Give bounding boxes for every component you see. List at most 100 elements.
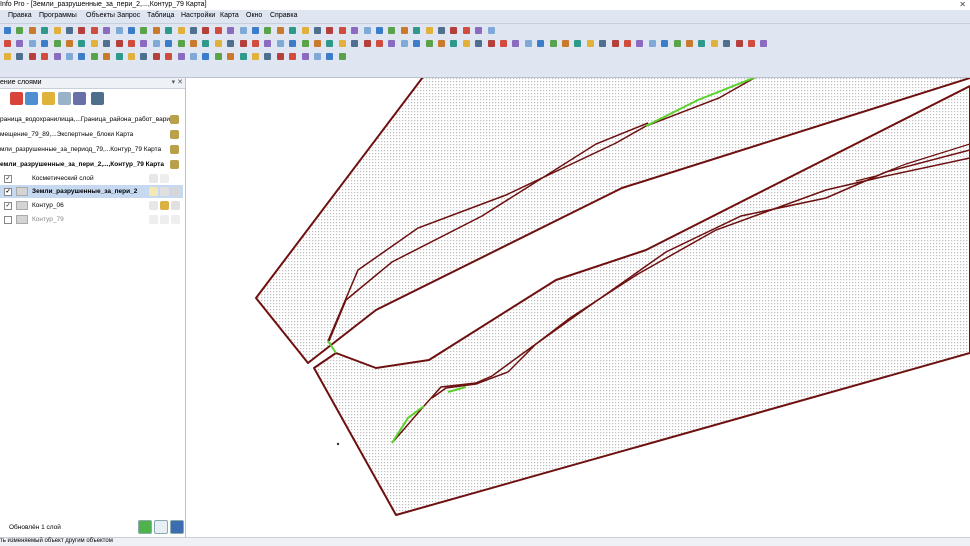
toolbar-tool-icon[interactable] <box>4 40 11 47</box>
toolbar-tool-icon[interactable] <box>252 53 259 60</box>
help-icon[interactable] <box>170 520 184 534</box>
toolbar-tool-icon[interactable] <box>487 40 495 47</box>
toolbar-tool-icon[interactable] <box>16 27 24 34</box>
toolbar-tool-icon[interactable] <box>227 53 235 60</box>
label-icon[interactable] <box>171 187 180 196</box>
toolbar-tool-icon[interactable] <box>41 53 49 60</box>
toolbar-tool-icon[interactable] <box>53 53 61 60</box>
toolbar-tool-icon[interactable] <box>400 40 408 47</box>
toolbar-tool-icon[interactable] <box>252 27 259 34</box>
toolbar-tool-icon[interactable] <box>723 40 731 47</box>
toolbar-tool-icon[interactable] <box>289 27 297 34</box>
select-icon[interactable] <box>160 174 169 183</box>
layer-properties-icon[interactable] <box>58 92 71 105</box>
toolbar-tool-icon[interactable] <box>500 40 507 47</box>
toolbar-tool-icon[interactable] <box>227 27 235 34</box>
toolbar-tool-icon[interactable] <box>4 27 11 34</box>
layer-style-icon[interactable] <box>91 92 104 105</box>
toolbar-tool-icon[interactable] <box>202 27 210 34</box>
toolbar-tool-icon[interactable] <box>177 27 185 34</box>
toolbar-tool-icon[interactable] <box>338 40 346 47</box>
edit-icon[interactable] <box>149 215 158 224</box>
menu-programs[interactable]: Программы <box>39 12 77 19</box>
toolbar-tool-icon[interactable] <box>760 40 768 47</box>
toolbar-tool-icon[interactable] <box>314 53 321 60</box>
select-icon[interactable] <box>160 201 169 210</box>
toolbar-tool-icon[interactable] <box>103 53 111 60</box>
toolbar-tool-icon[interactable] <box>190 53 197 60</box>
layer-settings-icon[interactable] <box>73 92 86 105</box>
toolbar-tool-icon[interactable] <box>599 40 607 47</box>
toolbar-tool-icon[interactable] <box>388 40 396 47</box>
toolbar-tool-icon[interactable] <box>214 40 222 47</box>
toolbar-tool-icon[interactable] <box>276 40 284 47</box>
toolbar-tool-icon[interactable] <box>140 40 148 47</box>
toolbar-tool-icon[interactable] <box>748 40 755 47</box>
toolbar-tool-icon[interactable] <box>227 40 235 47</box>
map-group-2[interactable]: мещение_79_89,...Экспертные_блоки Карта <box>0 128 183 141</box>
toolbar-tool-icon[interactable] <box>276 53 284 60</box>
layer-row-cosmetic[interactable]: ✓ Косметический слой <box>0 172 183 185</box>
toolbar-tool-icon[interactable] <box>413 27 421 34</box>
toolbar-tool-icon[interactable] <box>363 27 371 34</box>
toolbar-tool-icon[interactable] <box>326 40 334 47</box>
map-canvas[interactable] <box>186 78 970 537</box>
toolbar-tool-icon[interactable] <box>276 27 284 34</box>
toolbar-tool-icon[interactable] <box>177 53 185 60</box>
toolbar-tool-icon[interactable] <box>190 40 197 47</box>
toolbar-tool-icon[interactable] <box>16 53 24 60</box>
layer-visible-checkbox[interactable] <box>4 216 12 224</box>
toolbar-tool-icon[interactable] <box>28 40 36 47</box>
toolbar-tool-icon[interactable] <box>301 40 309 47</box>
edit-icon[interactable] <box>149 201 158 210</box>
toolbar-tool-icon[interactable] <box>140 53 148 60</box>
toolbar-tool-icon[interactable] <box>574 40 582 47</box>
toolbar-tool-icon[interactable] <box>710 40 718 47</box>
edit-icon[interactable] <box>149 187 158 196</box>
menu-help[interactable]: Справка <box>270 12 297 19</box>
toolbar-tool-icon[interactable] <box>78 53 86 60</box>
toolbar-tool-icon[interactable] <box>28 53 36 60</box>
map-group-1[interactable]: раница_водохранилища,...Граница_района_р… <box>0 113 183 126</box>
toolbar-tool-icon[interactable] <box>202 40 210 47</box>
toolbar-tool-icon[interactable] <box>66 53 73 60</box>
toolbar-tool-icon[interactable] <box>103 27 111 34</box>
toolbar-tool-icon[interactable] <box>438 27 445 34</box>
toolbar-tool-icon[interactable] <box>351 27 359 34</box>
menu-settings[interactable]: Настройки <box>181 12 215 19</box>
toolbar-tool-icon[interactable] <box>239 53 247 60</box>
toolbar-tool-icon[interactable] <box>376 27 383 34</box>
toolbar-tool-icon[interactable] <box>586 40 594 47</box>
layer-visible-checkbox[interactable]: ✓ <box>4 188 12 196</box>
toolbar-tool-icon[interactable] <box>462 27 470 34</box>
toolbar-tool-icon[interactable] <box>537 40 545 47</box>
toolbar-tool-icon[interactable] <box>450 27 458 34</box>
toolbar-tool-icon[interactable] <box>128 27 135 34</box>
menu-edit[interactable]: Правка <box>8 12 32 19</box>
toolbar-tool-icon[interactable] <box>239 27 247 34</box>
toolbar-tool-icon[interactable] <box>661 40 669 47</box>
toolbar-tool-icon[interactable] <box>214 27 222 34</box>
toolbar-tool-icon[interactable] <box>165 27 173 34</box>
map-group-4[interactable]: емли_разрушенные_за_пери_2,...,Контур_79… <box>0 158 183 171</box>
add-layer-icon[interactable] <box>42 92 55 105</box>
toolbar-tool-icon[interactable] <box>41 40 49 47</box>
toolbar-tool-icon[interactable] <box>301 53 309 60</box>
toolbar-tool-icon[interactable] <box>239 40 247 47</box>
toolbar-tool-icon[interactable] <box>115 27 123 34</box>
toolbar-tool-icon[interactable] <box>673 40 681 47</box>
toolbar-tool-icon[interactable] <box>624 40 631 47</box>
label-icon[interactable] <box>171 215 180 224</box>
toolbar-tool-icon[interactable] <box>400 27 408 34</box>
toolbar-tool-icon[interactable] <box>363 40 371 47</box>
toolbar-tool-icon[interactable] <box>562 40 569 47</box>
toolbar-tool-icon[interactable] <box>648 40 656 47</box>
toolbar-tool-icon[interactable] <box>413 40 421 47</box>
menu-objects[interactable]: Объекты <box>86 12 115 19</box>
toolbar-tool-icon[interactable] <box>326 27 334 34</box>
toolbar-tool-icon[interactable] <box>388 27 396 34</box>
toolbar-tool-icon[interactable] <box>165 40 173 47</box>
toolbar-tool-icon[interactable] <box>90 53 98 60</box>
toolbar-tool-icon[interactable] <box>289 53 297 60</box>
layer-up-icon[interactable] <box>25 92 38 105</box>
